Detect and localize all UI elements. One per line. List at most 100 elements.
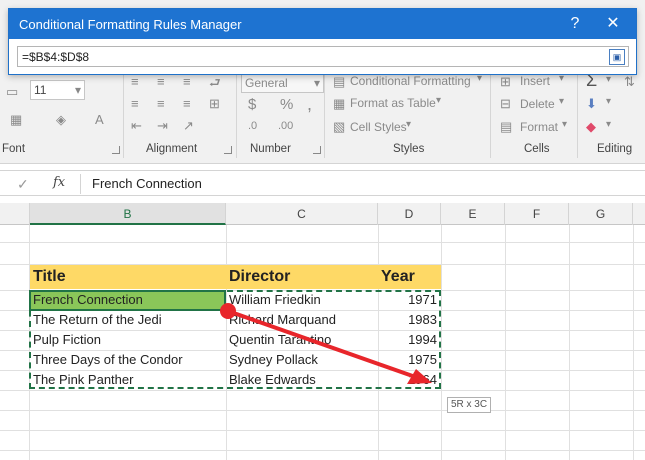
table-cell-director[interactable]: Richard Marquand: [226, 310, 378, 330]
font-color-icon[interactable]: A: [95, 112, 104, 127]
orientation-icon[interactable]: ↗: [183, 118, 194, 134]
increase-indent-icon[interactable]: ⇥: [157, 118, 168, 134]
percent-button[interactable]: %: [280, 96, 293, 113]
table-cell-year[interactable]: 1964: [378, 370, 441, 390]
fill-color-icon[interactable]: ◈: [56, 112, 66, 128]
table-cell-title[interactable]: Pulp Fiction: [30, 330, 226, 350]
cell-styles-button[interactable]: Cell Styles: [350, 120, 407, 134]
number-format-value: General: [245, 76, 288, 90]
help-button[interactable]: ?: [561, 12, 589, 36]
format-as-table-icon: ▦: [333, 96, 346, 111]
gridline: [569, 225, 570, 460]
font-group-label: Font: [2, 143, 26, 155]
conditional-formatting-dialog: Conditional Formatting Rules Manager ? ✕…: [8, 8, 637, 75]
chevron-down-icon: ▾: [74, 83, 81, 97]
chevron-down-icon: ▾: [606, 96, 612, 107]
chevron-down-icon: ▾: [559, 96, 565, 107]
table-cell-year[interactable]: 1983: [378, 310, 441, 330]
clear-eraser-icon[interactable]: ◆: [586, 119, 596, 135]
column-header-f[interactable]: F: [505, 203, 569, 225]
chevron-down-icon: ▾: [606, 74, 612, 85]
dialog-title: Conditional Formatting Rules Manager: [19, 17, 242, 32]
currency-button[interactable]: $: [248, 96, 256, 113]
format-as-table-button[interactable]: Format as Table: [350, 96, 436, 110]
merge-center-icon[interactable]: ⊞: [209, 96, 220, 112]
chevron-down-icon: ▾: [406, 119, 412, 130]
chevron-down-icon: ▾: [606, 119, 612, 130]
table-cell-director[interactable]: Quentin Tarantino: [226, 330, 378, 350]
gridline: [0, 430, 645, 431]
align-right-icon[interactable]: ≡: [183, 96, 191, 111]
table-cell-director[interactable]: William Friedkin: [226, 290, 378, 310]
align-top-icon[interactable]: ≡: [131, 74, 139, 89]
alignment-group-label: Alignment: [146, 143, 198, 155]
gridline: [0, 390, 645, 391]
align-middle-icon[interactable]: ≡: [157, 74, 165, 89]
align-bottom-icon[interactable]: ≡: [183, 74, 191, 89]
table-cell-title[interactable]: French Connection: [30, 290, 226, 310]
table-cell-title[interactable]: Three Days of the Condor: [30, 350, 226, 370]
column-headers: B C D E F G: [0, 203, 645, 225]
increase-decimal-icon[interactable]: .0: [248, 120, 257, 132]
gridline: [0, 242, 645, 243]
decrease-indent-icon[interactable]: ⇤: [131, 118, 142, 134]
sort-filter-icon[interactable]: ⇅: [624, 74, 635, 90]
select-all-corner[interactable]: [0, 203, 30, 225]
table-cell-year[interactable]: 1971: [378, 290, 441, 310]
wrap-text-icon[interactable]: ⮐: [209, 74, 221, 96]
delete-button[interactable]: Delete: [520, 97, 555, 111]
header-cell-title[interactable]: Title: [30, 265, 226, 289]
selection-size-tooltip: 5R x 3C: [447, 397, 491, 413]
dialog-titlebar: Conditional Formatting Rules Manager ? ✕: [9, 9, 636, 39]
chevron-down-icon: ▾: [436, 95, 442, 106]
number-dialog-launcher-icon[interactable]: [313, 146, 321, 154]
group-divider: [490, 72, 491, 158]
close-button[interactable]: ✕: [599, 12, 627, 36]
fill-icon[interactable]: ⬇: [586, 96, 597, 112]
restore-dialog-icon[interactable]: ▣: [609, 49, 625, 65]
insert-button[interactable]: Insert: [520, 74, 550, 88]
range-reference-value: =$B$4:$D$8: [22, 50, 90, 64]
table-cell-director[interactable]: Blake Edwards: [226, 370, 378, 390]
bold-icon[interactable]: ▭: [6, 84, 18, 100]
gridline: [0, 450, 645, 451]
align-center-icon[interactable]: ≡: [157, 96, 165, 111]
border-icon[interactable]: ▦: [10, 112, 22, 128]
table-cell-title[interactable]: The Pink Panther: [30, 370, 226, 390]
column-header-d[interactable]: D: [378, 203, 441, 225]
enter-check-icon[interactable]: ✓: [17, 176, 29, 193]
comma-button[interactable]: ,: [307, 94, 312, 115]
gridline: [0, 410, 645, 411]
chevron-down-icon: ▾: [562, 119, 568, 130]
font-dialog-launcher-icon[interactable]: [112, 146, 120, 154]
table-cell-year[interactable]: 1975: [378, 350, 441, 370]
range-reference-input[interactable]: =$B$4:$D$8 ▣: [17, 46, 629, 67]
insert-cells-icon: ⊞: [500, 74, 511, 89]
column-header-g[interactable]: G: [569, 203, 633, 225]
column-header-b[interactable]: B: [30, 203, 226, 225]
header-cell-year[interactable]: Year: [378, 265, 441, 289]
table-cell-title[interactable]: The Return of the Jedi: [30, 310, 226, 330]
table-cell-year[interactable]: 1994: [378, 330, 441, 350]
column-header-c[interactable]: C: [226, 203, 378, 225]
conditional-formatting-button[interactable]: Conditional Formatting: [350, 74, 471, 88]
number-format-dropdown[interactable]: General ▾: [241, 73, 324, 93]
align-left-icon[interactable]: ≡: [131, 96, 139, 111]
conditional-formatting-icon: ▤: [333, 74, 346, 89]
alignment-dialog-launcher-icon[interactable]: [224, 146, 232, 154]
formula-input[interactable]: French Connection: [92, 176, 202, 191]
group-divider: [236, 72, 237, 158]
font-size-dropdown[interactable]: 11 ▾: [30, 80, 85, 100]
gridline: [505, 225, 506, 460]
group-divider: [123, 72, 124, 158]
format-cells-icon: ▤: [500, 119, 513, 134]
format-button[interactable]: Format: [520, 120, 558, 134]
header-cell-director[interactable]: Director: [226, 265, 378, 289]
delete-cells-icon: ⊟: [500, 96, 511, 111]
table-cell-director[interactable]: Sydney Pollack: [226, 350, 378, 370]
cell-styles-icon: ▧: [333, 119, 346, 134]
decrease-decimal-icon[interactable]: .00: [278, 120, 293, 132]
column-header-e[interactable]: E: [441, 203, 505, 225]
editing-group-label: Editing: [597, 143, 633, 155]
insert-function-icon[interactable]: fx: [53, 175, 65, 190]
